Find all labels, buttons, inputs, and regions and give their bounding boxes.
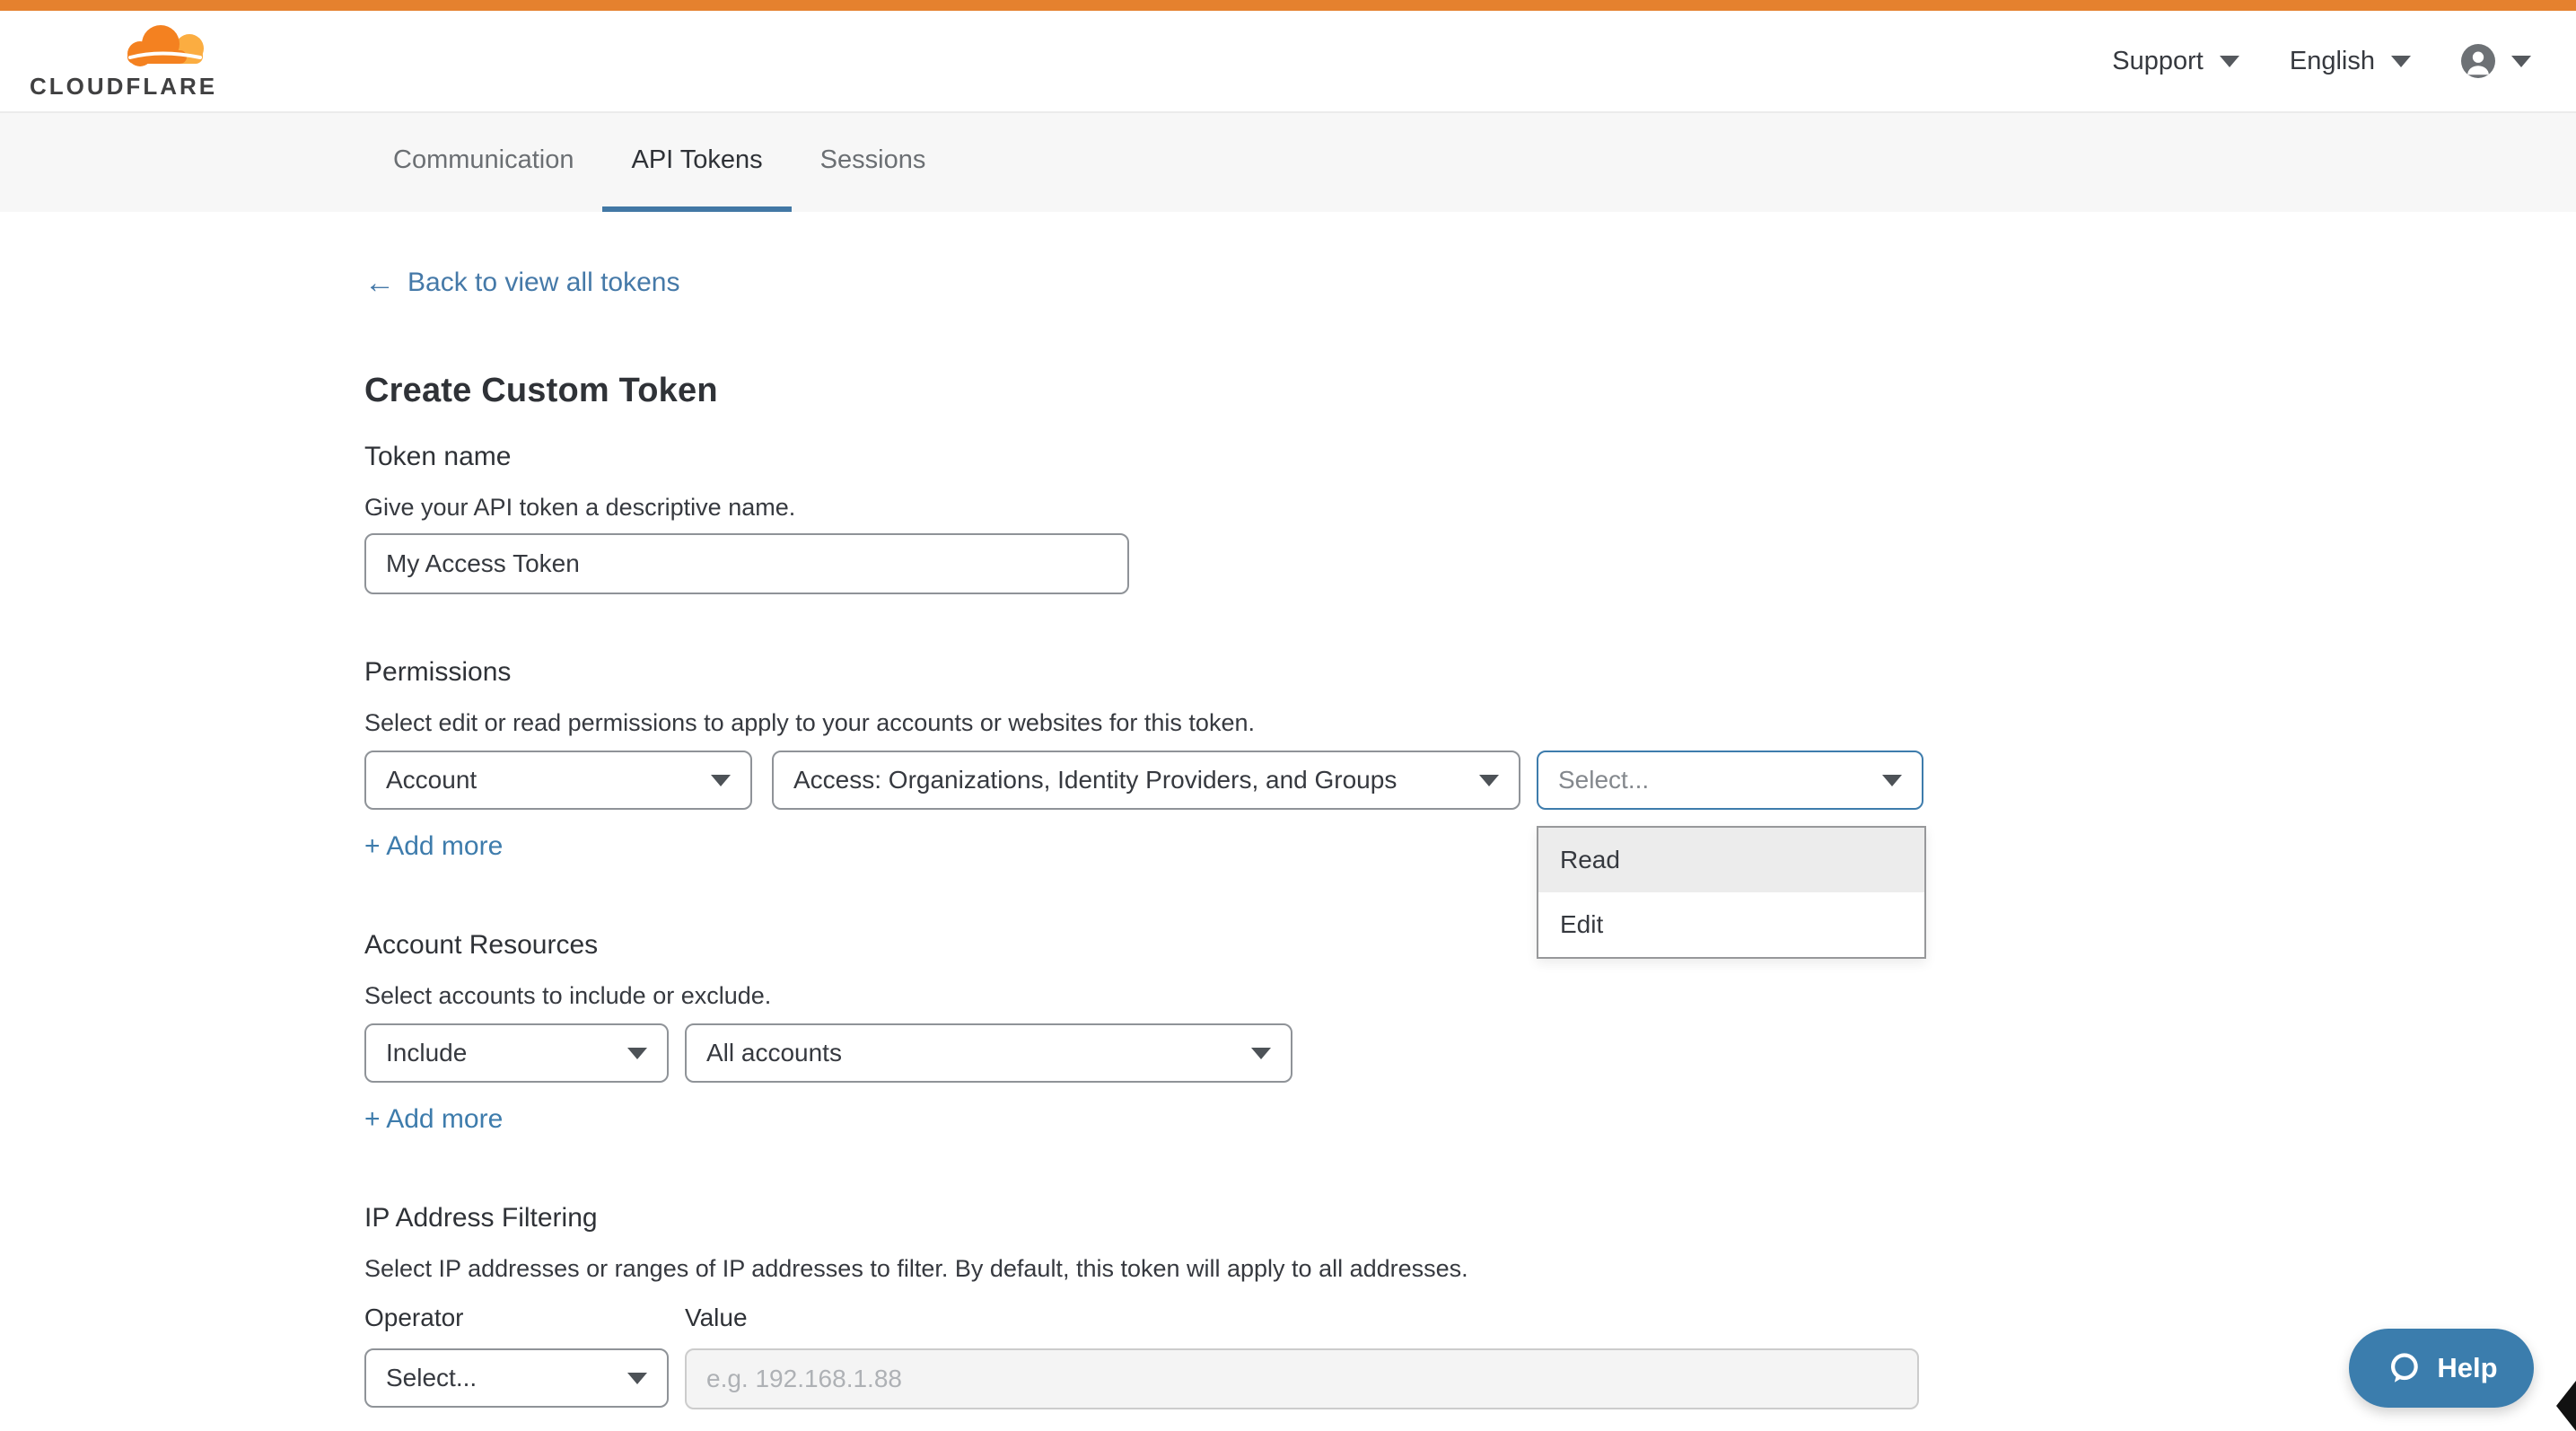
permissions-add-more-link[interactable]: + Add more xyxy=(364,831,503,862)
account-resources-target-select[interactable]: All accounts xyxy=(685,1023,1292,1083)
cloudflare-wordmark: CLOUDFLARE xyxy=(30,73,209,101)
header: CLOUDFLARE Support English xyxy=(0,11,2576,111)
back-to-tokens-link[interactable]: ← Back to view all tokens xyxy=(364,268,679,298)
menu-option-read[interactable]: Read xyxy=(1538,828,1924,892)
support-menu[interactable]: Support xyxy=(2112,47,2239,76)
ip-filtering-heading: IP Address Filtering xyxy=(364,1203,598,1233)
permission-scope-value: Account xyxy=(386,766,477,795)
ip-operator-select[interactable]: Select... xyxy=(364,1348,669,1408)
language-menu[interactable]: English xyxy=(2290,47,2411,76)
ip-filtering-description: Select IP addresses or ranges of IP addr… xyxy=(364,1255,1468,1283)
page-title: Create Custom Token xyxy=(364,372,718,410)
chevron-down-icon xyxy=(2511,56,2531,67)
token-name-input[interactable] xyxy=(364,533,1129,594)
permission-level-placeholder: Select... xyxy=(1558,766,1649,795)
chevron-down-icon xyxy=(711,775,731,786)
chevron-down-icon xyxy=(1251,1048,1271,1059)
back-arrow-icon: ← xyxy=(364,268,395,298)
tab-api-tokens[interactable]: API Tokens xyxy=(602,113,791,212)
tab-sessions[interactable]: Sessions xyxy=(792,113,955,212)
account-menu[interactable] xyxy=(2461,44,2531,78)
permission-resource-select[interactable]: Access: Organizations, Identity Provider… xyxy=(772,751,1520,810)
permission-scope-select[interactable]: Account xyxy=(364,751,752,810)
ip-operator-placeholder: Select... xyxy=(386,1364,477,1392)
chevron-down-icon xyxy=(627,1048,647,1059)
value-label: Value xyxy=(685,1304,748,1332)
mouse-cursor xyxy=(2556,1381,2576,1431)
permissions-description: Select edit or read permissions to apply… xyxy=(364,709,1255,737)
chevron-down-icon xyxy=(2220,56,2239,67)
tab-communication[interactable]: Communication xyxy=(364,113,602,212)
account-resources-heading: Account Resources xyxy=(364,930,598,961)
account-resources-description: Select accounts to include or exclude. xyxy=(364,982,771,1010)
chat-bubble-icon xyxy=(2385,1349,2423,1387)
help-button-label: Help xyxy=(2437,1352,2497,1384)
permission-level-select[interactable]: Select... xyxy=(1537,751,1923,810)
chevron-down-icon xyxy=(1882,775,1902,786)
header-right: Support English xyxy=(2112,11,2531,111)
menu-option-edit[interactable]: Edit xyxy=(1538,892,1924,957)
brand-top-strip xyxy=(0,0,2576,11)
ip-value-input[interactable] xyxy=(685,1348,1919,1409)
chevron-down-icon xyxy=(2391,56,2411,67)
language-menu-label: English xyxy=(2290,47,2375,76)
user-avatar-icon xyxy=(2461,44,2495,78)
account-resources-target-value: All accounts xyxy=(706,1039,842,1067)
account-resources-mode-value: Include xyxy=(386,1039,467,1067)
chevron-down-icon xyxy=(627,1373,647,1384)
token-name-heading: Token name xyxy=(364,442,511,472)
permission-level-menu: Read Edit xyxy=(1537,826,1926,959)
help-button[interactable]: Help xyxy=(2349,1329,2534,1408)
back-link-label: Back to view all tokens xyxy=(407,268,679,298)
tab-bar: Communication API Tokens Sessions xyxy=(0,111,2576,212)
support-menu-label: Support xyxy=(2112,47,2204,76)
account-resources-add-more-link[interactable]: + Add more xyxy=(364,1104,503,1135)
cloudflare-cloud-icon xyxy=(118,22,209,70)
permissions-heading: Permissions xyxy=(364,657,511,688)
chevron-down-icon xyxy=(1479,775,1499,786)
cloudflare-logo[interactable]: CLOUDFLARE xyxy=(30,20,209,102)
account-resources-mode-select[interactable]: Include xyxy=(364,1023,669,1083)
operator-label: Operator xyxy=(364,1304,464,1332)
token-name-description: Give your API token a descriptive name. xyxy=(364,494,795,522)
permission-resource-value: Access: Organizations, Identity Provider… xyxy=(793,766,1397,795)
